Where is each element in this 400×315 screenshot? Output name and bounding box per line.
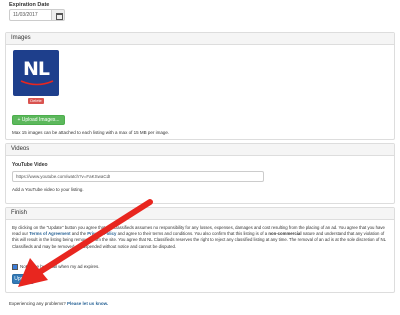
let-us-know-link[interactable]: Please let us know. — [67, 301, 108, 306]
logo-swoosh — [20, 80, 54, 86]
uploaded-image-thumbnail: NL — [13, 50, 59, 96]
terms-part-3: and agree to their terms and conditions.… — [116, 231, 269, 237]
images-heading: Images — [6, 33, 394, 45]
youtube-url-input[interactable]: https://www.youtube.com/watch?v=FaKSwaCd… — [12, 171, 264, 182]
youtube-help-text: Add a YouTube video to your listing. — [12, 187, 84, 192]
notify-row: Notify me by email when my ad expires. — [12, 264, 100, 270]
notify-label: Notify me by email when my ad expires. — [20, 264, 100, 270]
finish-heading: Finish — [6, 208, 394, 220]
images-help-text: Max 15 images can be attached to each li… — [12, 130, 170, 135]
images-panel: Images NL Delete + Upload Images... Max … — [5, 32, 395, 140]
delete-image-button[interactable]: Delete — [28, 98, 44, 104]
terms-of-agreement-link[interactable]: Terms of Agreement — [29, 231, 70, 236]
notify-checkbox[interactable] — [12, 264, 18, 270]
finish-panel: Finish By clicking on the "Update" butto… — [5, 207, 395, 293]
nl-logo-text: NL — [22, 58, 50, 80]
update-button[interactable]: Update! — [12, 274, 34, 284]
videos-panel: Videos YouTube Video https://www.youtube… — [5, 143, 395, 204]
terms-text: By clicking on the "Update" button you a… — [12, 225, 390, 250]
calendar-button[interactable] — [51, 9, 65, 21]
listing-edit-page: Expiration Date 11/03/2017 Images NL Del… — [0, 0, 400, 315]
privacy-policy-link[interactable]: Privacy Policy — [87, 231, 116, 236]
problems-prefix: Experiencing any problems? — [9, 301, 68, 306]
non-commercial-text: non-commercial — [268, 231, 302, 237]
terms-part-2: and the — [70, 231, 88, 237]
videos-heading: Videos — [6, 144, 394, 156]
youtube-video-label: YouTube Video — [12, 162, 48, 168]
expiration-date-label: Expiration Date — [9, 2, 50, 8]
calendar-icon — [56, 13, 63, 20]
upload-images-button[interactable]: + Upload Images... — [12, 115, 65, 125]
problems-text: Experiencing any problems? Please let us… — [9, 301, 108, 306]
